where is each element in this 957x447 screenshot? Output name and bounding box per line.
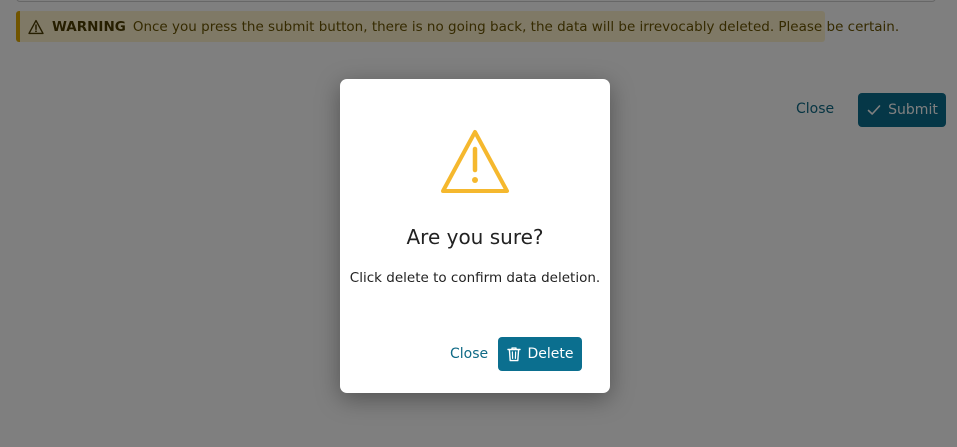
trash-icon <box>506 346 521 362</box>
delete-button[interactable]: Delete <box>498 337 582 371</box>
warning-triangle-icon <box>439 127 511 197</box>
dialog-close-button[interactable]: Close <box>450 346 488 362</box>
dialog-title: Are you sure? <box>406 225 544 249</box>
delete-button-label: Delete <box>527 346 574 362</box>
dialog-message: Click delete to confirm data deletion. <box>349 270 601 286</box>
confirm-dialog: Are you sure? Click delete to confirm da… <box>340 79 610 393</box>
